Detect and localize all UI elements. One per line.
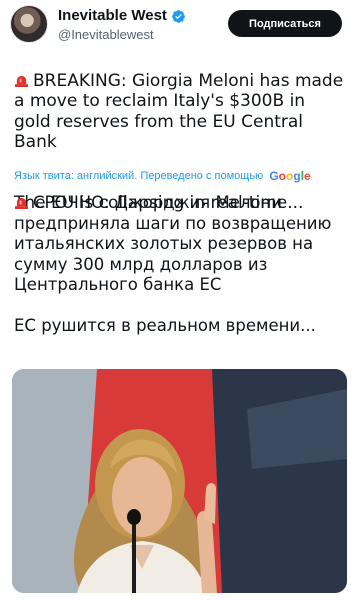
tweet-original-line1: BREAKING: Giorgia Meloni has made a move… (14, 70, 344, 153)
rotating-light-icon (15, 197, 28, 209)
tweet-paragraph-1: BREAKING: Giorgia Meloni has made a move… (14, 71, 344, 153)
translation-note[interactable]: Язык твита: английский. Переведено с пом… (14, 169, 344, 183)
subscribe-button[interactable]: Подписаться (228, 10, 342, 37)
translated-paragraph-1: СРОЧНО: Джорджия Мелони предприняла шаги… (14, 193, 344, 296)
name-row: Inevitable West (58, 8, 186, 24)
tweet-translated-line1: СРОЧНО: Джорджия Мелони предприняла шаги… (14, 193, 332, 294)
display-name[interactable]: Inevitable West (58, 8, 167, 24)
user-handle[interactable]: @Inevitablewest (58, 27, 154, 42)
tweet-translated-line2: ЕС рушится в реальном времени... (14, 315, 316, 335)
avatar[interactable] (10, 5, 48, 43)
translation-note-text: Язык твита: английский. Переведено с пом… (14, 170, 264, 182)
tweet-header: Inevitable West @Inevitablewest Подписат… (0, 0, 358, 48)
translated-text: СРОЧНО: Джорджия Мелони предприняла шаги… (14, 193, 344, 336)
tweet-photo[interactable] (12, 369, 347, 593)
verified-badge-icon (172, 9, 185, 23)
rotating-light-icon (15, 75, 28, 87)
google-logo: Google (269, 169, 311, 183)
